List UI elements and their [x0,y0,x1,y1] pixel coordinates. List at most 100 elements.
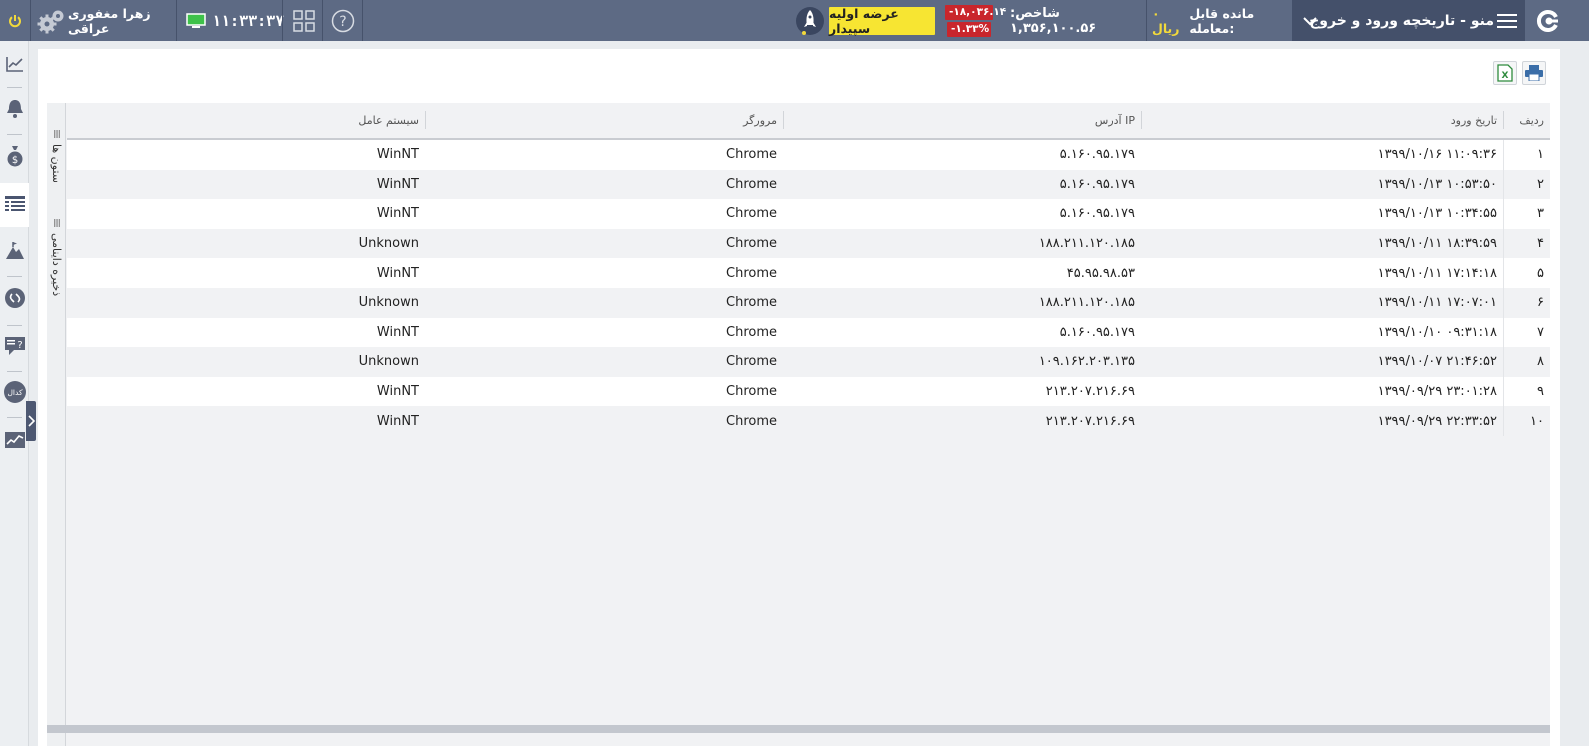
cell-os: Unknown [358,236,419,252]
svg-text:$: $ [11,155,17,166]
horizontal-scrollbar[interactable] [47,725,1550,733]
rail-expand-toggle[interactable] [26,401,36,441]
link-icon[interactable] [0,283,29,313]
question-list-icon[interactable]: ? [0,331,29,361]
cell-ip: ۱۸۸.۲۱۱.۱۲۰.۱۸۵ [1038,295,1135,311]
cell-ip: ۱۸۸.۲۱۱.۱۲۰.۱۸۵ [1038,236,1135,252]
rocket-icon[interactable] [793,0,827,41]
stock-chart-icon[interactable] [0,425,29,455]
table-row[interactable]: Unknown Chrome ۱۸۸.۲۱۱.۱۲۰.۱۸۵ ۱۳۹۹/۱۰/۱۱ ۱… [67,228,1550,259]
database-label: ذخیره داینامی [50,233,63,297]
cell-browser: Chrome [726,206,777,222]
print-button[interactable] [1522,61,1546,85]
table-row[interactable]: WinNT Chrome ۴۵.۹۵.۹۸.۵۳ ۱۳۹۹/۱۰/۱۱ ۱۷:۱۴:۱… [67,258,1550,288]
table-row[interactable]: Unknown Chrome ۱۰۹.۱۶۲.۲۰۳.۱۳۵ ۱۳۹۹/۱۰/۰۷ ۲… [67,347,1550,377]
header-browser[interactable]: مرورگر [425,103,783,138]
cell-date: ۱۳۹۹/۱۰/۱۱ ۱۷:۰۷:۰۱ [1377,295,1497,311]
index-change-value: -۱۸,۰۳۶.۱۴ [945,4,1006,20]
mountain-icon[interactable] [0,236,29,266]
index-change: -۱۸,۰۳۶.۱۴ -۱.۳۳% [944,0,1006,41]
cell-date: ۱۳۹۹/۱۰/۱۰ ۰۹:۳۱:۱۸ [1377,324,1497,340]
cell-row: ۷ [1537,324,1544,340]
cell-ip: ۲۱۳.۲۰۷.۲۱۶.۶۹ [1045,384,1135,400]
header-row[interactable]: ردیف [1503,103,1550,138]
cell-os: WinNT [376,206,419,222]
chart-icon[interactable] [0,49,29,79]
table-header: سیستم عامل مرورگر آدرس IP تاریخ ورود ردی… [67,103,1550,140]
cell-browser: Chrome [726,176,777,192]
ipo-button[interactable]: عرضه اولیه سپیدار [829,6,935,36]
data-grid: |||| ستون ها |||| ذخیره داینامی سیستم عا… [47,103,1550,746]
cell-date: ۱۳۹۹/۰۹/۲۹ ۲۳:۰۱:۲۸ [1377,384,1497,400]
table-row[interactable]: WinNT Chrome ۵.۱۶۰.۹۵.۱۷۹ ۱۳۹۹/۱۰/۱۳ ۱۰:۳۴:… [67,199,1550,229]
grid-icon[interactable] [289,0,319,41]
balance-label: مانده قابل معامله: [1189,5,1255,36]
cell-os: WinNT [376,384,419,400]
svg-text:X: X [1502,71,1509,81]
hamburger-icon[interactable] [1496,0,1518,41]
excel-export-button[interactable]: X [1493,61,1517,85]
cell-date: ۱۳۹۹/۱۰/۱۱ ۱۸:۳۹:۵۹ [1377,236,1497,252]
cell-os: WinNT [376,413,419,429]
money-bag-icon[interactable]: $ [0,141,29,171]
header-os[interactable]: سیستم عامل [67,103,425,138]
cell-os: Unknown [358,354,419,370]
cell-row: ۱ [1537,147,1544,163]
left-rail: $ ? کدال [0,41,36,746]
cell-row: ۳ [1537,206,1544,222]
table-row[interactable]: WinNT Chrome ۵.۱۶۰.۹۵.۱۷۹ ۱۳۹۹/۱۰/۱۰ ۰۹:۳۱:… [67,317,1550,348]
cell-browser: Chrome [726,147,777,163]
monitor-icon [184,0,208,41]
cell-os: WinNT [376,324,419,340]
table-row[interactable]: WinNT Chrome ۵.۱۶۰.۹۵.۱۷۹ ۱۳۹۹/۱۰/۱۶ ۱۱:۰۹:… [67,140,1550,170]
grip-icon: |||| [53,129,61,138]
cell-row: ۸ [1537,354,1544,370]
cell-date: ۱۳۹۹/۱۰/۱۱ ۱۷:۱۴:۱۸ [1377,265,1497,281]
main-panel: X |||| ستون ها |||| ذخیره داینامی سیستم … [38,49,1560,746]
cell-browser: Chrome [726,413,777,429]
table-list-icon[interactable] [0,183,29,227]
cell-row: ۶ [1537,295,1544,311]
badge-icon[interactable]: کدال [0,377,29,407]
header-ip[interactable]: آدرس IP [783,103,1141,138]
cell-os: WinNT [376,265,419,281]
svg-text:?: ? [339,14,346,30]
trade-balance: ۰ ریال مانده قابل معامله: [1152,0,1286,41]
help-icon[interactable]: ? [326,0,360,41]
cell-ip: ۲۱۳.۲۰۷.۲۱۶.۶۹ [1045,413,1135,429]
cell-row: ۴ [1537,236,1544,252]
excel-icon: X [1497,64,1513,82]
cell-browser: Chrome [726,236,777,252]
print-icon [1525,65,1543,81]
top-bar: زهرا مغفوری عراقی ۱۱:۳۳:۳۷ ? عرضه اولیه … [0,0,1589,41]
user-name[interactable]: زهرا مغفوری عراقی [68,0,173,41]
power-icon[interactable] [0,0,29,41]
cell-browser: Chrome [726,354,777,370]
cell-browser: Chrome [726,265,777,281]
logo-icon[interactable] [1528,0,1568,41]
columns-toggle[interactable]: |||| ستون ها [47,129,66,183]
cell-ip: ۱۰۹.۱۶۲.۲۰۳.۱۳۵ [1038,354,1135,370]
header-date[interactable]: تاریخ ورود [1141,103,1503,138]
table-row[interactable]: Unknown Chrome ۱۸۸.۲۱۱.۱۲۰.۱۸۵ ۱۳۹۹/۱۰/۱۱ ۱… [67,287,1550,318]
side-strip: |||| ستون ها |||| ذخیره داینامی [47,103,66,746]
cell-browser: Chrome [726,384,777,400]
bell-icon[interactable] [0,94,29,124]
table-row[interactable]: WinNT Chrome ۲۱۳.۲۰۷.۲۱۶.۶۹ ۱۳۹۹/۰۹/۲۹ ۲۲:۳… [67,406,1550,436]
cell-browser: Chrome [726,295,777,311]
index-change-percent: -۱.۳۳% [947,21,991,37]
cell-date: ۱۳۹۹/۱۰/۰۷ ۲۱:۴۶:۵۲ [1377,354,1497,370]
cell-date: ۱۳۹۹/۰۹/۲۹ ۲۲:۳۳:۵۲ [1377,413,1497,429]
cell-date: ۱۳۹۹/۱۰/۱۳ ۱۰:۳۴:۵۵ [1377,206,1497,222]
table-row[interactable]: WinNT Chrome ۵.۱۶۰.۹۵.۱۷۹ ۱۳۹۹/۱۰/۱۳ ۱۰:۵۳:… [67,169,1550,200]
balance-value: ۰ ریال [1152,5,1180,36]
cell-row: ۵ [1537,265,1544,281]
cell-os: Unknown [358,295,419,311]
gear-icon[interactable] [34,0,68,41]
cell-row: ۲ [1537,176,1544,192]
cell-os: WinNT [376,147,419,163]
table-row[interactable]: WinNT Chrome ۲۱۳.۲۰۷.۲۱۶.۶۹ ۱۳۹۹/۰۹/۲۹ ۲۳:۰… [67,376,1550,407]
database-toggle[interactable]: |||| ذخیره داینامی [47,218,66,296]
page-title: منو - تاریخچه ورود و خروج [1309,12,1494,29]
cell-ip: ۵.۱۶۰.۹۵.۱۷۹ [1059,324,1135,340]
